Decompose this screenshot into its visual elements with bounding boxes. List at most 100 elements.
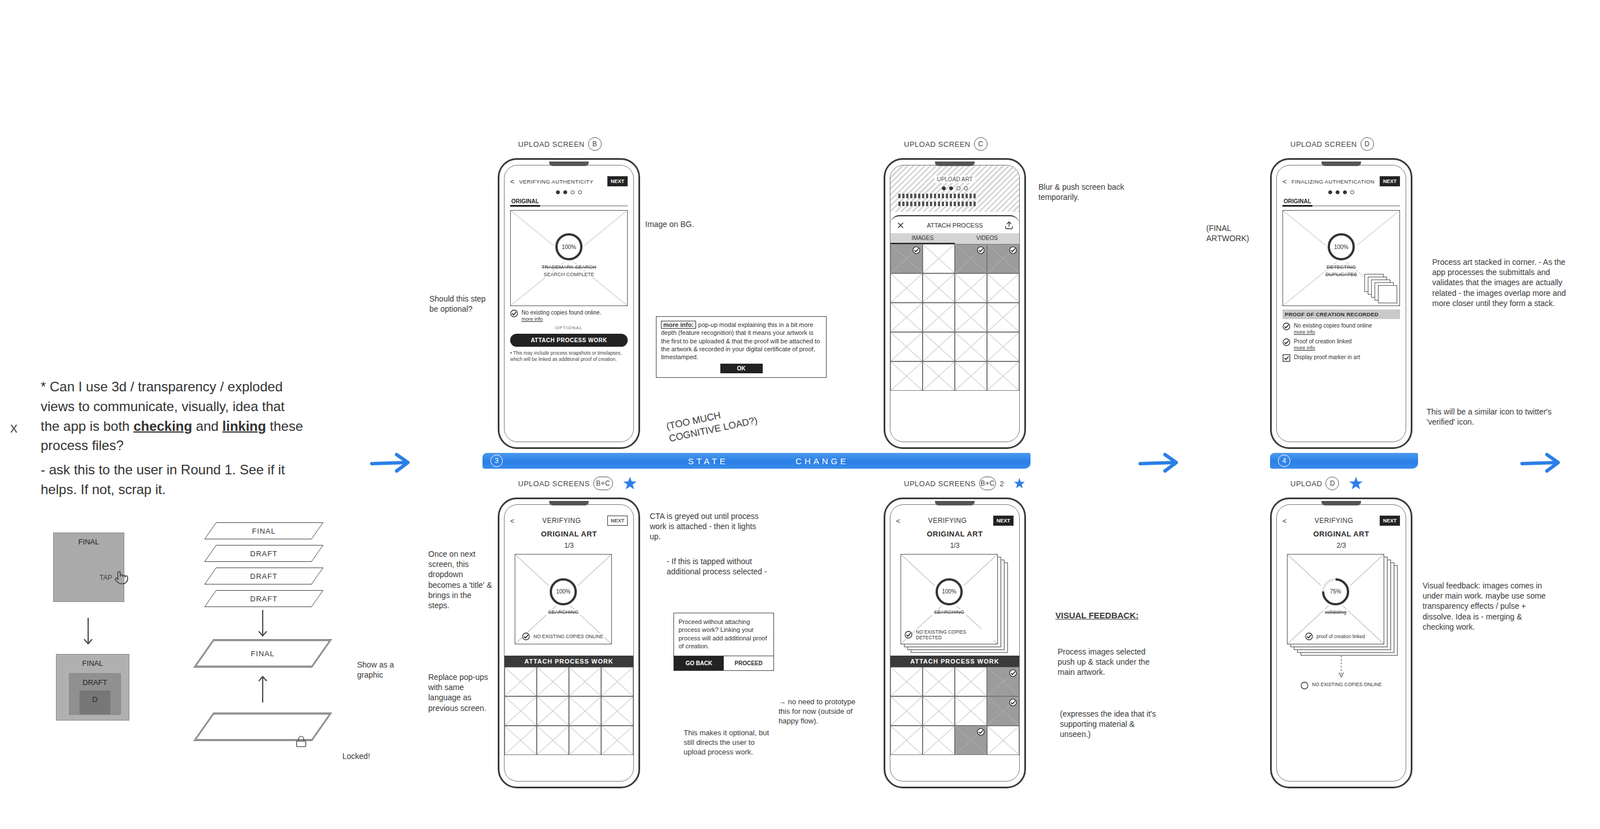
- screen-subtitle: ORIGINAL ART: [896, 529, 1014, 539]
- phone-frame: <VERIFYINGNEXTORIGINAL ART2/375%validati…: [1270, 497, 1413, 789]
- media-thumbnail[interactable]: [536, 667, 569, 697]
- exploded-sheet: DRAFT: [210, 567, 318, 585]
- media-thumbnail[interactable]: [504, 696, 537, 726]
- image-placeholder-icon: [505, 726, 537, 755]
- media-thumbnail[interactable]: [954, 244, 988, 274]
- original-tab[interactable]: ORIGINAL: [510, 197, 541, 207]
- modal-button[interactable]: PROCEED: [723, 656, 774, 671]
- screen-mockup: UPLOADD <VERIFYINGNEXTORIGINAL ART2/375%v…: [1270, 475, 1413, 789]
- media-thumbnail[interactable]: [954, 332, 988, 362]
- back-button[interactable]: <: [1282, 516, 1289, 526]
- media-thumbnail[interactable]: [601, 696, 634, 726]
- back-button[interactable]: <: [510, 177, 516, 186]
- phone-screen: <FINALIZING AUTHENTICATIONNEXTORIGINAL10…: [1276, 164, 1407, 443]
- artwork-preview: 100%TRADEMARK SEARCHSEARCH COMPLETE: [510, 210, 628, 307]
- attach-process-bar[interactable]: ATTACH PROCESS WORK: [504, 655, 634, 668]
- media-thumbnail[interactable]: [568, 725, 602, 756]
- media-thumbnail[interactable]: [890, 725, 923, 756]
- close-icon[interactable]: [896, 220, 906, 230]
- media-thumbnail[interactable]: [922, 725, 955, 756]
- next-button[interactable]: NEXT: [607, 515, 628, 526]
- screen-mockup: UPLOAD SCREENSB+C2<VERIFYINGNEXTORIGINAL…: [883, 475, 1026, 789]
- check-circle-icon: [522, 632, 530, 641]
- media-thumbnail[interactable]: [922, 332, 955, 362]
- media-thumbnail[interactable]: [987, 273, 1020, 303]
- modal-button[interactable]: GO BACK: [674, 656, 724, 671]
- media-thumbnail[interactable]: [568, 667, 602, 697]
- media-thumbnail[interactable]: [987, 361, 1020, 391]
- media-thumbnail[interactable]: [890, 332, 923, 362]
- screen-header: <VERIFYINGNEXT: [896, 515, 1014, 527]
- art-status: NO EXISTING COPIES ONLINE: [518, 632, 608, 641]
- media-thumbnail[interactable]: [987, 244, 1020, 274]
- media-thumbnail[interactable]: [987, 725, 1020, 756]
- media-thumbnail[interactable]: [954, 667, 988, 697]
- media-thumbnail[interactable]: [890, 273, 923, 303]
- back-button[interactable]: <: [896, 516, 902, 526]
- more-info-link[interactable]: more info: [1293, 329, 1372, 336]
- media-thumbnail[interactable]: [922, 361, 955, 391]
- back-button[interactable]: <: [1282, 177, 1289, 186]
- status-line: SEARCH COMPLETE: [541, 271, 597, 278]
- next-button[interactable]: NEXT: [993, 515, 1014, 526]
- annotation: (TOO MUCH COGNITIVE LOAD?): [664, 398, 776, 446]
- media-thumbnail[interactable]: [922, 273, 955, 303]
- media-thumbnail[interactable]: [954, 361, 988, 391]
- image-placeholder-icon: [923, 244, 955, 273]
- phone-screen: UPLOAD ARTATTACH PROCESSIMAGESVIDEOS: [889, 164, 1020, 443]
- media-thumbnail[interactable]: [601, 667, 634, 697]
- media-thumbnail[interactable]: [987, 696, 1020, 726]
- sketch-board: x* Can I use 3d / transparency / explode…: [0, 0, 1600, 829]
- header-title: VERIFYING AUTHENTICITY: [519, 178, 604, 185]
- media-thumbnail[interactable]: [504, 725, 537, 756]
- next-button[interactable]: NEXT: [607, 176, 628, 187]
- media-thumbnail[interactable]: [987, 332, 1020, 362]
- media-thumbnail[interactable]: [568, 696, 602, 726]
- media-thumbnail[interactable]: [890, 244, 923, 274]
- media-thumbnail[interactable]: [922, 667, 955, 697]
- attach-process-bar[interactable]: ATTACH PROCESS WORK: [890, 655, 1020, 668]
- next-button[interactable]: NEXT: [1379, 176, 1400, 187]
- media-thumbnail[interactable]: [987, 302, 1020, 333]
- media-thumbnail[interactable]: [954, 273, 988, 303]
- screen-header: <VERIFYINGNEXT: [510, 515, 628, 527]
- media-thumbnail[interactable]: [890, 696, 923, 726]
- media-thumbnail[interactable]: [890, 667, 923, 697]
- media-thumbnail[interactable]: [954, 725, 988, 756]
- more-info-link[interactable]: more info: [1293, 345, 1352, 351]
- media-thumbnail[interactable]: [890, 361, 923, 391]
- more-info-link[interactable]: more info: [521, 316, 602, 323]
- screen-title: UPLOAD SCREEND: [1270, 135, 1413, 153]
- phone-frame: <VERIFYINGNEXTORIGINAL ART1/3100%SEARCHI…: [883, 497, 1026, 789]
- original-tab[interactable]: ORIGINAL: [1282, 197, 1313, 207]
- media-tab[interactable]: IMAGES: [890, 233, 955, 245]
- media-thumbnail[interactable]: [601, 725, 634, 756]
- media-thumbnail[interactable]: [890, 302, 923, 333]
- step-dot: [1335, 190, 1340, 195]
- step-dots: [1282, 190, 1400, 195]
- back-button[interactable]: <: [510, 516, 516, 526]
- checkbox-icon[interactable]: [1282, 354, 1291, 363]
- media-thumbnail[interactable]: [536, 696, 569, 726]
- header-title: FINALIZING AUTHENTICATION: [1291, 178, 1377, 185]
- image-placeholder-icon: [569, 667, 601, 697]
- media-tab[interactable]: VIDEOS: [954, 233, 1020, 245]
- annotation: Once on next screen, this dropdown becom…: [428, 549, 494, 611]
- media-thumbnail[interactable]: [954, 302, 988, 333]
- ok-button[interactable]: OK: [720, 363, 763, 374]
- image-placeholder-icon: [955, 303, 987, 332]
- media-thumbnail[interactable]: [987, 667, 1020, 697]
- next-button[interactable]: NEXT: [1379, 515, 1400, 526]
- artwork-preview: 100%SEARCHINGNO EXISTING COPIES ONLINE: [514, 554, 612, 645]
- media-thumbnail[interactable]: [954, 696, 988, 726]
- media-thumbnail[interactable]: [504, 667, 537, 697]
- media-thumbnail[interactable]: [922, 302, 955, 333]
- image-placeholder-icon: [601, 667, 633, 697]
- media-thumbnail[interactable]: [922, 244, 955, 274]
- screen-title: UPLOADD: [1270, 475, 1413, 493]
- upload-icon[interactable]: [1004, 220, 1014, 230]
- media-thumbnail[interactable]: [922, 696, 955, 726]
- media-thumbnail[interactable]: [536, 725, 569, 756]
- attach-process-button[interactable]: ATTACH PROCESS WORK: [510, 333, 628, 347]
- annotation: This makes it optional, but still direct…: [683, 728, 775, 758]
